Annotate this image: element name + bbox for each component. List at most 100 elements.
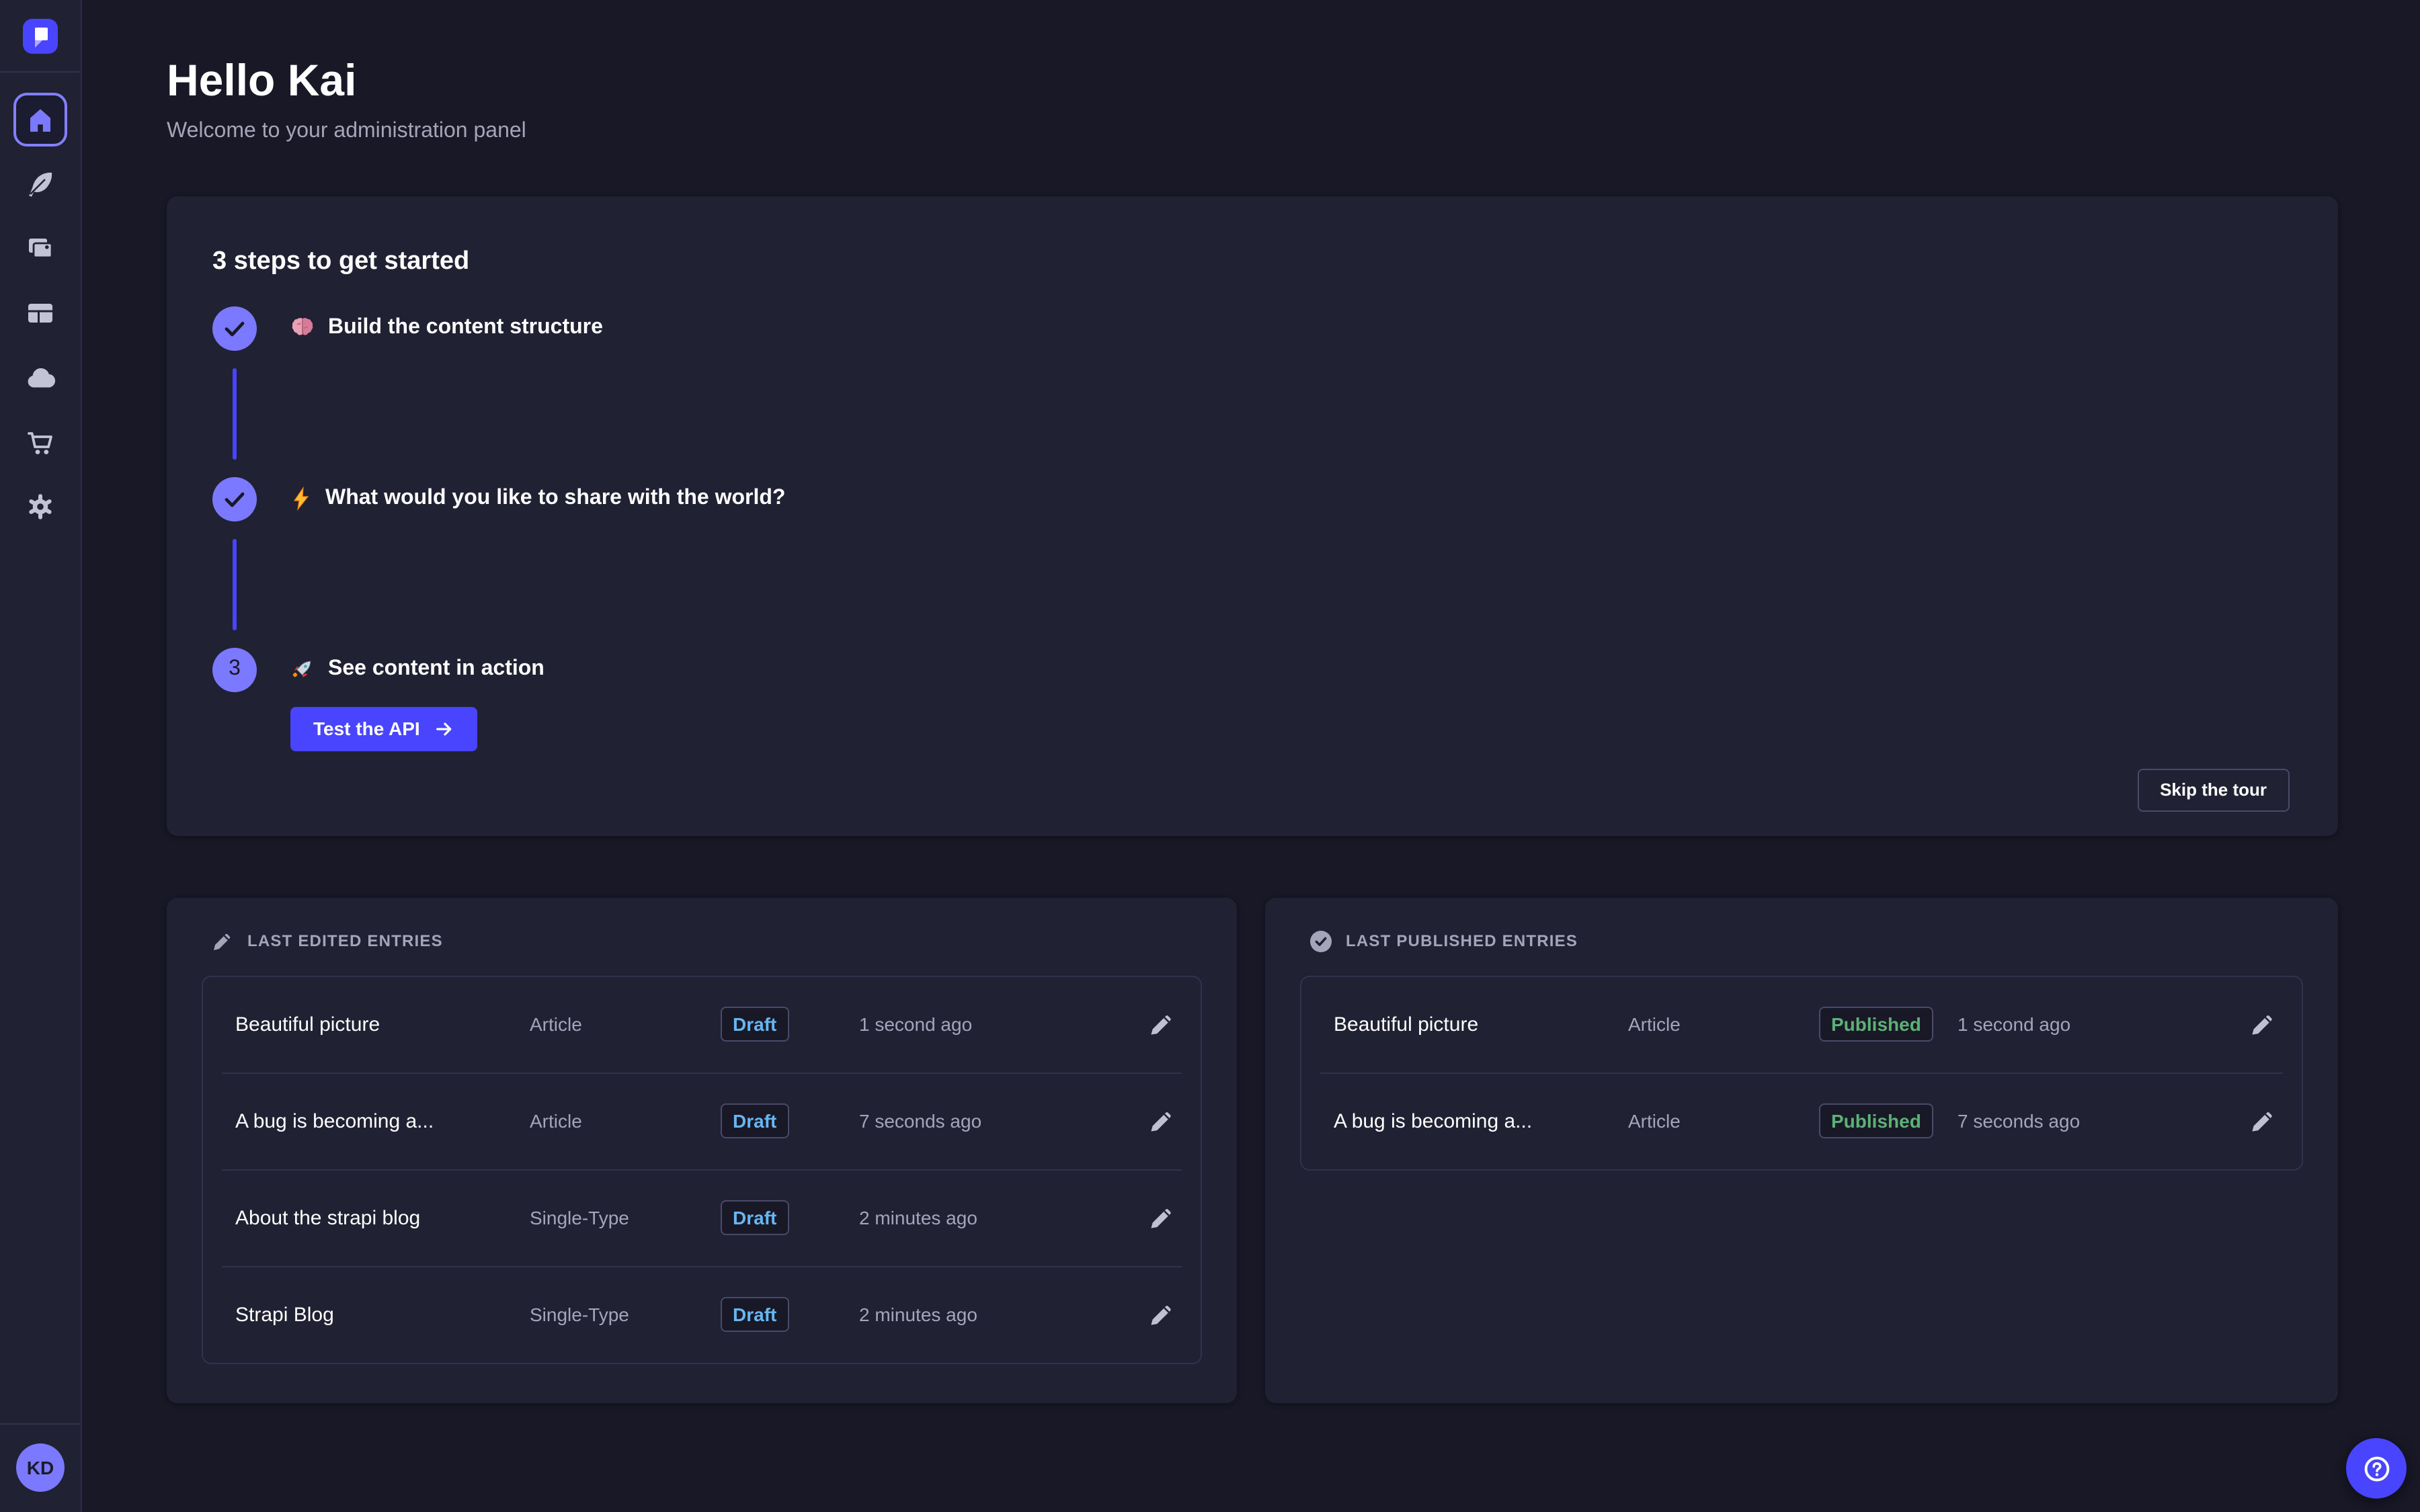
check-icon	[212, 476, 257, 521]
entry-type: Single-Type	[530, 1304, 721, 1325]
skip-the-tour-button[interactable]: Skip the tour	[2137, 768, 2290, 811]
status-badge: Published	[1819, 1103, 1933, 1138]
edit-entry-button[interactable]	[1144, 1007, 1179, 1042]
help-icon	[2360, 1452, 2392, 1484]
edit-entry-button[interactable]	[1144, 1200, 1179, 1235]
last-published-entries-header: LAST PUBLISHED ENTRIES	[1309, 929, 2303, 952]
tour-step-1: Build the content structure	[212, 306, 2290, 476]
strapi-dashboard: KD Hello Kai Welcome to your administrat…	[0, 0, 2420, 1512]
feather-icon	[24, 168, 56, 200]
entry-type: Article	[530, 1110, 721, 1132]
status-badge: Draft	[721, 1297, 789, 1332]
cloud-icon	[24, 361, 57, 394]
entry-name: Beautiful picture	[235, 1013, 530, 1036]
sidebar-bottom-divider	[0, 1423, 81, 1425]
entry-time: 1 second ago	[1958, 1013, 2218, 1035]
sidebar-bottom: KD	[0, 1423, 81, 1512]
table-row: Beautiful picture Article Published 1 se…	[1301, 976, 2302, 1072]
skip-the-tour-label: Skip the tour	[2160, 780, 2267, 800]
table-row: Beautiful picture Article Draft 1 second…	[203, 976, 1201, 1072]
entry-type: Article	[530, 1013, 721, 1035]
check-icon	[212, 306, 257, 350]
guided-tour-title: 3 steps to get started	[212, 247, 2290, 276]
arrow-right-icon	[435, 718, 455, 739]
step-3-label-row: See content in action	[290, 647, 544, 691]
test-the-api-button[interactable]: Test the API	[290, 706, 478, 751]
step-1-label: Build the content structure	[328, 316, 603, 340]
table-row: About the strapi blog Single-Type Draft …	[203, 1170, 1201, 1265]
help-button[interactable]	[2346, 1438, 2407, 1499]
last-edited-entries-widget: LAST EDITED ENTRIES Beautiful picture Ar…	[167, 897, 1237, 1402]
sidebar-item-home[interactable]	[13, 93, 67, 146]
step-2-label: What would you like to share with the wo…	[325, 487, 785, 511]
last-published-entries-title: LAST PUBLISHED ENTRIES	[1346, 931, 1578, 950]
last-edited-entries-title: LAST EDITED ENTRIES	[247, 931, 443, 950]
status-badge: Draft	[721, 1200, 789, 1235]
test-the-api-label: Test the API	[313, 718, 420, 739]
step-2-label-row: What would you like to share with the wo…	[290, 476, 785, 521]
entry-name: A bug is becoming a...	[235, 1109, 530, 1132]
guided-tour-steps: Build the content structure	[212, 306, 2290, 751]
edit-entry-button[interactable]	[1144, 1103, 1179, 1138]
entry-type: Article	[1628, 1110, 1819, 1132]
sidebar-item-marketplace[interactable]	[13, 415, 67, 469]
entry-name: About the strapi blog	[235, 1206, 530, 1229]
entry-name: A bug is becoming a...	[1334, 1109, 1628, 1132]
pencil-icon	[211, 929, 234, 952]
user-avatar[interactable]: KD	[16, 1443, 65, 1492]
dashboard-widgets: LAST EDITED ENTRIES Beautiful picture Ar…	[167, 897, 2338, 1402]
sidebar-item-deploy[interactable]	[13, 351, 67, 405]
step-3-number: 3	[229, 657, 241, 681]
guided-tour-card: 3 steps to get started	[167, 196, 2338, 835]
main-content: Hello Kai Welcome to your administration…	[82, 0, 2420, 1512]
images-icon	[24, 233, 56, 265]
home-icon	[26, 105, 55, 134]
status-badge: Draft	[721, 1007, 789, 1042]
entry-time: 2 minutes ago	[859, 1207, 1117, 1228]
last-published-entries-widget: LAST PUBLISHED ENTRIES Beautiful picture…	[1265, 897, 2338, 1402]
entry-name: Beautiful picture	[1334, 1013, 1628, 1036]
step-3-label: See content in action	[328, 657, 544, 681]
step-2-check-circle	[212, 476, 257, 521]
sidebar-item-content-type-builder[interactable]	[13, 286, 67, 340]
step-connector	[233, 368, 237, 459]
status-badge: Published	[1819, 1007, 1933, 1042]
sidebar-item-content-manager[interactable]	[13, 157, 67, 211]
last-edited-entries-header: LAST EDITED ENTRIES	[211, 929, 1202, 952]
tour-step-3: 3	[212, 647, 2290, 751]
page-subtitle: Welcome to your administration panel	[167, 119, 2338, 143]
edit-entry-button[interactable]	[2245, 1103, 2280, 1138]
entry-type: Article	[1628, 1013, 1819, 1035]
entry-time: 7 seconds ago	[859, 1110, 1117, 1132]
step-connector	[233, 538, 237, 630]
entry-time: 1 second ago	[859, 1013, 1117, 1035]
avatar-initials: KD	[27, 1457, 54, 1478]
status-badge: Draft	[721, 1103, 789, 1138]
sidebar: KD	[0, 0, 82, 1512]
last-published-entries-table: Beautiful picture Article Published 1 se…	[1300, 975, 2303, 1170]
last-edited-entries-table: Beautiful picture Article Draft 1 second…	[202, 975, 1202, 1363]
table-row: Strapi Blog Single-Type Draft 2 minutes …	[203, 1267, 1201, 1362]
strapi-logo-icon	[23, 19, 58, 54]
step-3-number-circle: 3	[212, 647, 257, 691]
cart-icon	[24, 426, 56, 458]
table-row: A bug is becoming a... Article Published…	[1301, 1073, 2302, 1169]
entry-time: 7 seconds ago	[1958, 1110, 2218, 1132]
sidebar-item-media-library[interactable]	[13, 222, 67, 276]
sidebar-nav	[13, 73, 67, 544]
check-circle-icon	[1309, 929, 1332, 952]
step-1-check-circle	[212, 306, 257, 350]
lightning-emoji-icon	[290, 487, 312, 511]
edit-entry-button[interactable]	[2245, 1007, 2280, 1042]
tour-step-2: What would you like to share with the wo…	[212, 476, 2290, 647]
step-1-label-row: Build the content structure	[290, 306, 603, 350]
layout-icon	[24, 297, 56, 329]
page-title: Hello Kai	[167, 54, 2338, 107]
rocket-emoji-icon	[290, 657, 315, 681]
entry-name: Strapi Blog	[235, 1303, 530, 1326]
sidebar-item-settings[interactable]	[13, 480, 67, 534]
edit-entry-button[interactable]	[1144, 1297, 1179, 1332]
gear-icon	[24, 491, 56, 523]
entry-type: Single-Type	[530, 1207, 721, 1228]
table-row: A bug is becoming a... Article Draft 7 s…	[203, 1073, 1201, 1169]
